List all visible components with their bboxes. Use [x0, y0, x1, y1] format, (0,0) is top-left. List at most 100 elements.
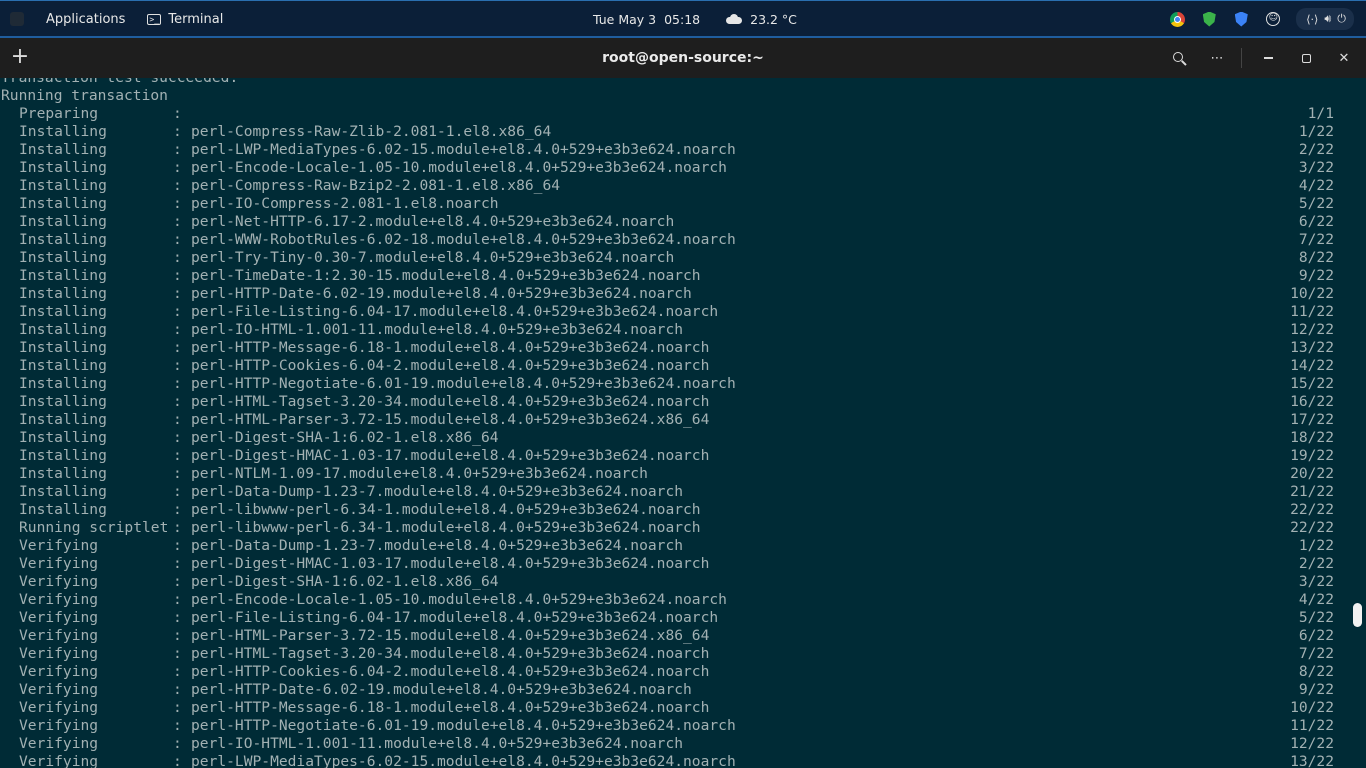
minimize-icon [1263, 57, 1273, 59]
row-colon: : [173, 375, 182, 392]
row-progress: 3/22 [1298, 159, 1334, 176]
row-progress: 16/22 [1290, 393, 1334, 410]
row-action: Verifying [19, 627, 99, 644]
row-action: Verifying [19, 591, 99, 608]
row-colon: : [173, 465, 182, 482]
row-action: Verifying [19, 753, 99, 768]
row-action: Installing [19, 303, 107, 320]
status-menu[interactable]: ⟨·⟩ 🔊︎ ⏻ [1296, 8, 1354, 30]
transaction-row: Running scriptlet: perl-libwww-perl-6.34-… [1, 519, 1341, 537]
row-colon: : [173, 321, 182, 338]
row-action: Installing [19, 339, 107, 356]
row-package: perl-HTML-Tagset-3.20-34.module+el8.4.0+… [191, 393, 710, 410]
system-top-bar: Applications >_ Terminal Tue May 3 05:18… [0, 0, 1366, 38]
row-package: perl-NTLM-1.09-17.module+el8.4.0+529+e3b… [191, 465, 648, 482]
transaction-row: Installing: perl-Try-Tiny-0.30-7.module+e… [1, 249, 1341, 267]
transaction-row: Installing: perl-IO-Compress-2.081-1.el8.… [1, 195, 1341, 213]
clock-weather[interactable]: Tue May 3 05:18 23.2 °C [593, 1, 797, 37]
transaction-row: Verifying: perl-HTTP-Date-6.02-19.module+… [1, 681, 1341, 699]
row-colon: : [173, 537, 182, 554]
row-colon: : [173, 699, 182, 716]
row-progress: 13/22 [1290, 339, 1334, 356]
row-package: perl-File-Listing-6.04-17.module+el8.4.0… [191, 609, 719, 626]
weather-label: 23.2 °C [750, 11, 797, 27]
row-progress: 6/22 [1298, 627, 1334, 644]
row-progress: 19/22 [1290, 447, 1334, 464]
row-action: Installing [19, 231, 107, 248]
terminal-taskbar-button[interactable]: >_ Terminal [147, 12, 223, 27]
row-action: Installing [19, 501, 107, 518]
scrollbar-thumb[interactable] [1353, 603, 1362, 627]
row-colon: : [173, 519, 182, 536]
row-action: Installing [19, 249, 107, 266]
row-action: Preparing [19, 105, 99, 122]
row-package: perl-Encode-Locale-1.05-10.module+el8.4.… [191, 591, 727, 608]
row-progress: 15/22 [1290, 375, 1334, 392]
row-progress: 22/22 [1290, 501, 1334, 518]
transaction-row: Installing: perl-NTLM-1.09-17.module+el8.… [1, 465, 1341, 483]
row-progress: 13/22 [1290, 753, 1334, 768]
row-package: perl-TimeDate-1:2.30-15.module+el8.4.0+5… [191, 267, 701, 284]
row-action: Installing [19, 375, 107, 392]
row-package: perl-libwww-perl-6.34-1.module+el8.4.0+5… [191, 519, 701, 536]
transaction-row: Installing: perl-Data-Dump-1.23-7.module+… [1, 483, 1341, 501]
row-package: perl-HTML-Parser-3.72-15.module+el8.4.0+… [191, 627, 710, 644]
row-progress: 1/1 [1307, 105, 1334, 122]
shield-icon [1202, 11, 1216, 27]
chrome-tray[interactable] [1168, 10, 1186, 28]
transaction-row: Verifying: perl-HTML-Parser-3.72-15.modul… [1, 627, 1341, 645]
new-tab-button[interactable]: + [8, 46, 32, 70]
row-action: Installing [19, 141, 107, 158]
transaction-row: Preparing: 1/1 [1, 105, 1341, 123]
row-package: perl-HTTP-Negotiate-6.01-19.module+el8.4… [191, 717, 736, 734]
chrome-icon [1169, 11, 1185, 27]
row-colon: : [173, 285, 182, 302]
os-logo-icon[interactable] [10, 12, 24, 26]
row-action: Verifying [19, 573, 99, 590]
terminal-header-bar: + root@open-source:~ ⋯ ✕ [0, 38, 1366, 78]
row-progress: 9/22 [1298, 681, 1334, 698]
row-colon: : [173, 249, 182, 266]
applications-menu[interactable]: Applications [46, 12, 125, 27]
shield2-tray[interactable] [1232, 10, 1250, 28]
row-package: perl-HTTP-Negotiate-6.01-19.module+el8.4… [191, 375, 736, 392]
close-button[interactable]: ✕ [1332, 46, 1356, 70]
terminal-line: Running transaction [1, 87, 1341, 105]
row-action: Verifying [19, 681, 99, 698]
row-colon: : [173, 195, 182, 212]
row-package: perl-Digest-SHA-1:6.02-1.el8.x86_64 [191, 573, 499, 590]
header-separator [1241, 48, 1242, 68]
shield-tray[interactable] [1200, 10, 1218, 28]
row-progress: 4/22 [1298, 177, 1334, 194]
row-package: perl-LWP-MediaTypes-6.02-15.module+el8.4… [191, 753, 736, 768]
accessibility-tray[interactable]: ☺ [1264, 10, 1282, 28]
row-colon: : [173, 447, 182, 464]
system-tray: ☺ ⟨·⟩ 🔊︎ ⏻ [1154, 1, 1354, 37]
row-progress: 22/22 [1290, 519, 1334, 536]
transaction-row: Installing: perl-HTTP-Date-6.02-19.module… [1, 285, 1341, 303]
time-label: 05:18 [664, 11, 701, 27]
row-progress: 14/22 [1290, 357, 1334, 374]
transaction-row: Verifying: perl-Encode-Locale-1.05-10.mod… [1, 591, 1341, 609]
transaction-row: Installing: perl-HTTP-Cookies-6.04-2.modu… [1, 357, 1341, 375]
transaction-row: Installing: perl-Compress-Raw-Zlib-2.081-… [1, 123, 1341, 141]
row-colon: : [173, 177, 182, 194]
row-action: Installing [19, 429, 107, 446]
topbar-left: Applications >_ Terminal [10, 1, 245, 37]
search-button[interactable] [1167, 46, 1191, 70]
transaction-row: Installing: perl-HTML-Parser-3.72-15.modu… [1, 411, 1341, 429]
row-colon: : [173, 717, 182, 734]
transaction-row: Installing: perl-Encode-Locale-1.05-10.mo… [1, 159, 1341, 177]
transaction-row: Verifying: perl-Digest-HMAC-1.03-17.modul… [1, 555, 1341, 573]
minimize-button[interactable] [1256, 46, 1280, 70]
menu-button[interactable]: ⋯ [1205, 46, 1229, 70]
maximize-button[interactable] [1294, 46, 1318, 70]
line-text: Transaction test succeeded. [1, 78, 238, 87]
transaction-row: Verifying: perl-HTTP-Negotiate-6.01-19.mo… [1, 717, 1341, 735]
row-colon: : [173, 411, 182, 428]
row-package: perl-WWW-RobotRules-6.02-18.module+el8.4… [191, 231, 736, 248]
transaction-row: Verifying: perl-Data-Dump-1.23-7.module+e… [1, 537, 1341, 555]
row-colon: : [173, 213, 182, 230]
terminal-output[interactable]: Transaction test succeeded. Running tran… [0, 78, 1366, 768]
row-progress: 2/22 [1298, 141, 1334, 158]
